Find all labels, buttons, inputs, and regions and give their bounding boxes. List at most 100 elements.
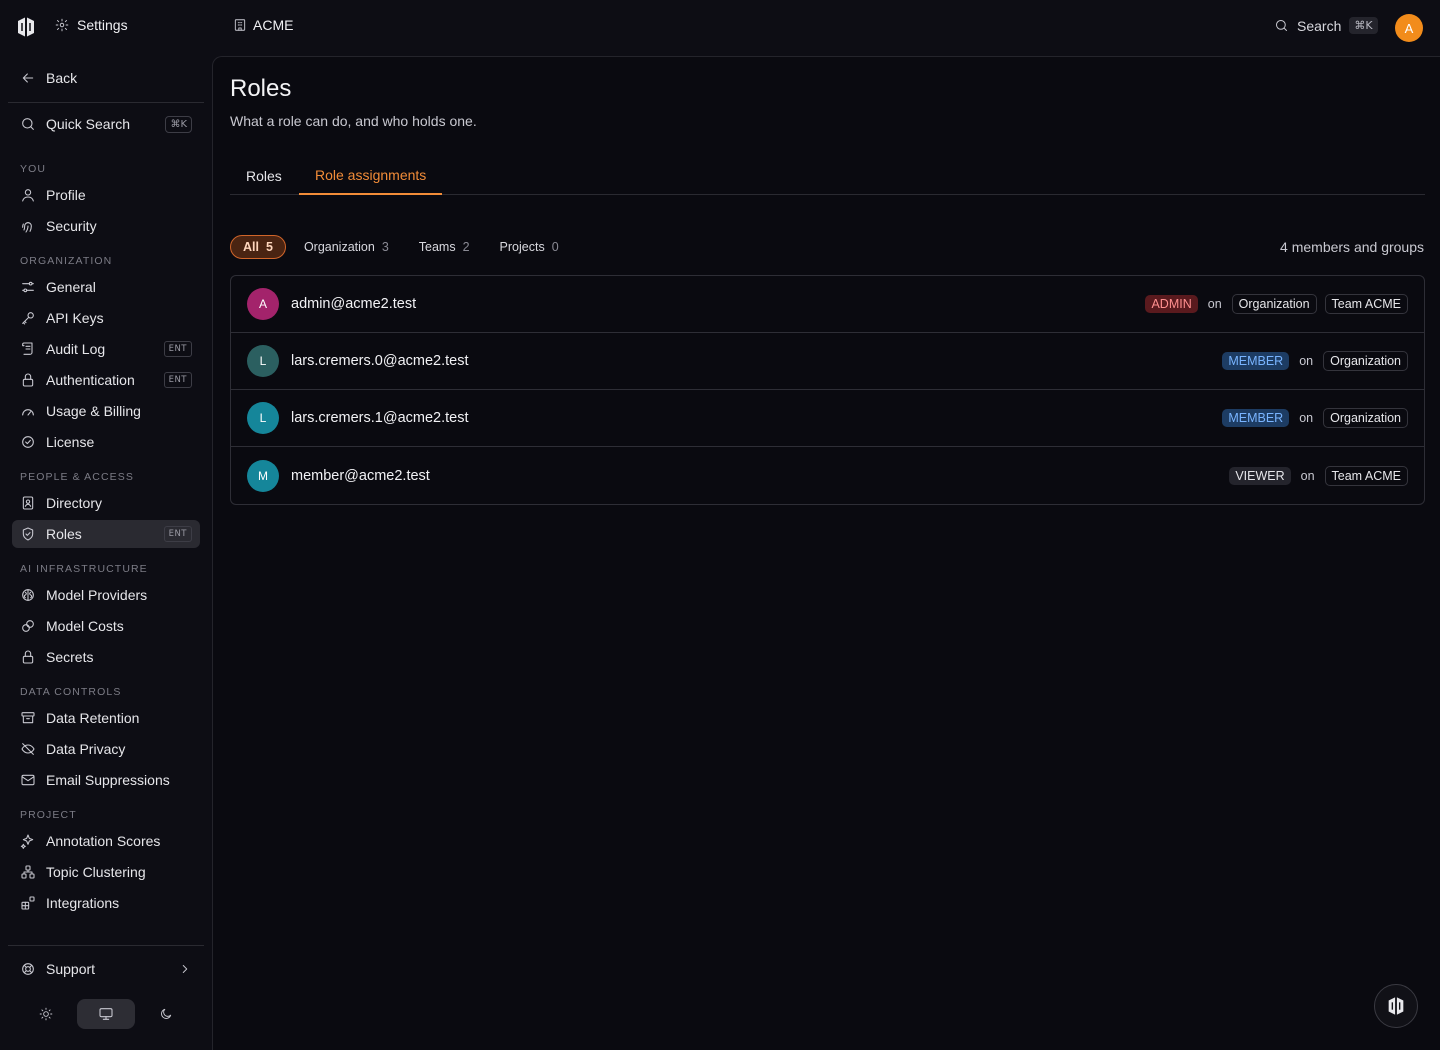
search-label: Search [1297,17,1342,34]
quick-search-button[interactable]: Quick Search ⌘K [12,110,200,138]
ent-badge: ENT [163,341,192,357]
app-logo-icon [1388,996,1404,1016]
sidebar-item-license[interactable]: License [12,428,200,456]
scope-tag[interactable]: Organization [1231,294,1317,314]
sidebar-item-data-privacy[interactable]: Data Privacy [12,735,200,763]
role-scope-group: ADMIN on Organization Team ACME [1145,294,1408,314]
contact-book-icon [22,496,34,510]
scope-tag[interactable]: Organization [1323,408,1408,428]
member-avatar: L [247,345,279,377]
sidebar-item-topic-clustering[interactable]: Topic Clustering [12,858,200,886]
user-icon [22,189,34,202]
back-button[interactable]: Back [12,64,200,92]
sidebar-item-roles[interactable]: Roles ENT [12,520,200,548]
sidebar-item-label: Data Privacy [46,741,126,757]
sidebar-item-secrets[interactable]: Secrets [12,643,200,671]
sidebar-item-security[interactable]: Security [12,212,200,240]
role-badge: MEMBER [1222,352,1290,370]
role-badge: MEMBER [1222,409,1290,427]
network-icon [21,865,35,879]
filter-count: 3 [381,240,389,254]
sliders-icon [22,281,34,293]
arrow-left-icon [22,73,34,83]
sidebar-item-usage-billing[interactable]: Usage & Billing [12,397,200,425]
theme-system-button[interactable] [77,999,135,1029]
org-breadcrumb[interactable]: ACME [233,17,293,33]
app-logo-fab-button[interactable] [1374,984,1418,1028]
lock-icon [22,373,34,387]
sidebar-item-integrations[interactable]: Integrations [12,889,200,917]
role-scope-group: VIEWER on Team ACME [1229,465,1408,486]
sidebar-item-model-costs[interactable]: Model Costs [12,612,200,640]
sidebar-item-label: Topic Clustering [46,864,146,880]
support-button[interactable]: Support [12,955,200,983]
sidebar-item-api-keys[interactable]: API Keys [12,304,200,332]
assignment-row[interactable]: Llars.cremers.0@acme2.test MEMBER on Organi… [231,333,1424,390]
member-email: lars.cremers.1@acme2.test [291,410,469,426]
sidebar-item-label: Email Suppressions [46,772,170,788]
members-count: 4 members and groups [1280,239,1424,255]
divider [8,102,204,103]
filter-label: All [243,240,259,254]
lock-icon [22,650,34,664]
member-email: lars.cremers.0@acme2.test [291,353,469,369]
filter-label: Projects [499,240,545,254]
mail-icon [21,774,35,786]
sidebar-item-directory[interactable]: Directory [12,489,200,517]
theme-light-button[interactable] [17,999,75,1029]
member-avatar: L [247,402,279,434]
chevron-right-icon [182,965,188,973]
tab-roles[interactable]: Roles [246,157,282,195]
sidebar-item-general[interactable]: General [12,273,200,301]
member-avatar: M [247,459,279,492]
section-organization: ORGANIZATION [20,255,113,267]
sidebar-item-label: Annotation Scores [46,833,161,849]
filter-teams[interactable]: Teams 2 [407,235,482,259]
role-badge: VIEWER [1229,466,1291,485]
assignment-row[interactable]: Aadmin@acme2.test ADMIN on Organization Team… [231,276,1424,333]
section-you: YOU [20,163,47,175]
assignment-row[interactable]: Llars.cremers.1@acme2.test MEMBER on Organi… [231,390,1424,447]
sidebar-item-label: Roles [46,526,82,542]
role-scope-group: MEMBER on Organization [1222,408,1408,428]
divider [8,945,204,946]
filter-label: Organization [303,240,375,254]
global-search-button[interactable]: Search ⌘K [1274,17,1378,34]
on-label: on [1299,411,1314,425]
sidebar-item-model-providers[interactable]: Model Providers [12,581,200,609]
sidebar-item-label: Model Costs [46,618,124,634]
sidebar-item-profile[interactable]: Profile [12,181,200,209]
assignment-row[interactable]: Mmember@acme2.test VIEWER on Team ACME [231,447,1424,504]
ent-badge: ENT [163,372,192,388]
ent-badge: ENT [163,526,192,542]
filter-organization[interactable]: Organization 3 [292,235,401,259]
scope-tag[interactable]: Organization [1323,351,1408,371]
sidebar-item-annotation-scores[interactable]: Annotation Scores [12,827,200,855]
filter-count: 5 [265,240,273,254]
member-avatar: A [247,288,279,320]
scope-tag[interactable]: Team ACME [1324,465,1408,486]
sidebar-item-authentication[interactable]: Authentication ENT [12,366,200,394]
filter-all[interactable]: All 5 [230,235,286,259]
quick-search-label: Quick Search [46,116,131,132]
role-scope-group: MEMBER on Organization [1222,351,1408,371]
moon-icon [161,1008,172,1019]
on-label: on [1299,354,1314,368]
monitor-icon [99,1008,113,1020]
lifebuoy-icon [22,963,34,975]
filter-projects[interactable]: Projects 0 [488,235,571,259]
blocks-icon [21,896,35,910]
main-panel: Roles What a role can do, and who holds … [212,56,1440,1050]
support-label: Support [46,961,96,977]
sidebar-item-audit-log[interactable]: Audit Log ENT [12,335,200,363]
filter-label: Teams [418,240,456,254]
sidebar-item-email-suppressions[interactable]: Email Suppressions [12,766,200,794]
member-email: admin@acme2.test [291,296,417,312]
scope-tag[interactable]: Team ACME [1324,294,1408,314]
tab-role-assignments[interactable]: Role assignments [299,157,443,195]
app-logo-icon[interactable] [14,14,38,40]
settings-breadcrumb[interactable]: Settings [55,17,128,33]
theme-dark-button[interactable] [137,999,195,1029]
user-avatar[interactable]: A [1395,14,1423,42]
sidebar-item-data-retention[interactable]: Data Retention [12,704,200,732]
